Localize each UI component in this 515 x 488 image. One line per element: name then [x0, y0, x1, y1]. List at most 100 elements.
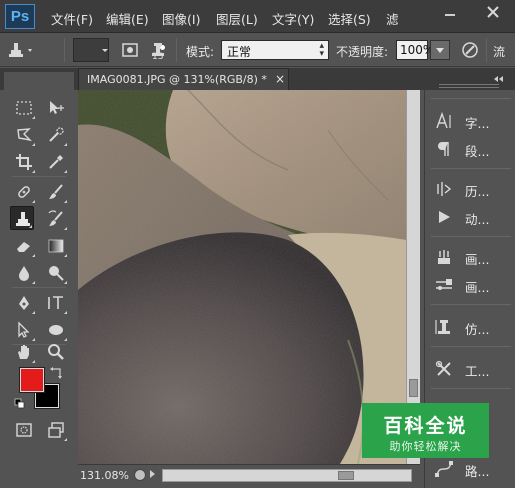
divider [431, 346, 511, 347]
toggle-clone-source-button[interactable] [148, 40, 168, 60]
rectangular-marquee-tool[interactable] [12, 96, 36, 120]
image-canvas[interactable] [78, 90, 406, 464]
menu-layer[interactable]: 图层(L) [216, 9, 258, 28]
history-brush-icon [48, 210, 63, 226]
move-tool[interactable] [44, 96, 68, 120]
panel-history[interactable]: 历... [431, 176, 511, 202]
menu-type[interactable]: 文字(Y) [272, 9, 314, 28]
panel-clone-source[interactable]: 仿... [431, 314, 511, 340]
quick-mask-icon [16, 423, 32, 437]
panel-label: 画... [465, 252, 490, 267]
crop-tool[interactable] [12, 150, 36, 174]
photoshop-logo: Ps [5, 4, 35, 29]
character-icon [436, 111, 451, 129]
toolbox [4, 72, 74, 450]
panel-actions[interactable]: 动... [431, 204, 511, 230]
opacity-input[interactable]: 100% [396, 40, 434, 60]
paragraph-icon [438, 142, 449, 156]
path-selection-tool[interactable] [12, 318, 36, 342]
photo-content [78, 90, 406, 464]
brush-preset-dropdown[interactable] [100, 40, 110, 60]
brush-panel-icon [122, 43, 138, 57]
panel-brush-presets[interactable]: 画... [431, 272, 511, 298]
swap-colors-icon[interactable] [49, 366, 63, 380]
panel-label: 字... [465, 116, 490, 131]
screen-mode-button[interactable] [44, 418, 68, 442]
panel-label: 历... [465, 184, 490, 199]
blur-icon [19, 266, 29, 281]
watermark-title: 百科全说 [383, 415, 468, 437]
clone-source-icon [435, 320, 450, 334]
menu-select[interactable]: 选择(S) [328, 9, 371, 28]
opacity-slider-button[interactable] [430, 40, 450, 60]
history-icon [437, 182, 452, 196]
blend-mode-select[interactable]: 正常 ▴ ▾ [221, 40, 329, 60]
divider [431, 168, 511, 169]
panel-paragraph[interactable]: 段... [431, 136, 511, 162]
actions-icon [439, 211, 450, 223]
horizontal-type-tool[interactable] [44, 291, 68, 315]
horizontal-scrollbar[interactable] [162, 469, 412, 482]
default-colors-icon[interactable] [14, 398, 26, 410]
panel-character[interactable]: 字... [431, 108, 511, 134]
ellipse-icon [49, 325, 63, 335]
dock-grip[interactable] [439, 84, 499, 88]
quick-selection-tool[interactable] [44, 123, 68, 147]
close-window-button[interactable] [474, 2, 512, 22]
brush-icon [49, 184, 63, 199]
eyedropper-tool[interactable] [44, 150, 68, 174]
document-info-icon[interactable] [134, 469, 146, 481]
close-icon [487, 6, 499, 18]
divider [64, 38, 65, 62]
panel-label: 动... [465, 212, 490, 227]
pressure-opacity-button[interactable] [460, 40, 480, 60]
ellipse-tool[interactable] [44, 318, 68, 342]
pen-tool[interactable] [12, 291, 36, 315]
menu-edit[interactable]: 编辑(E) [106, 9, 149, 28]
document-tab[interactable]: IMAG0081.JPG @ 131%(RGB/8) * × [78, 68, 289, 90]
menu-filter[interactable]: 滤 [386, 9, 399, 28]
blur-tool[interactable] [12, 261, 36, 285]
toggle-brush-panel-button[interactable] [120, 40, 140, 60]
divider [12, 287, 66, 288]
spot-healing-brush-tool[interactable] [12, 180, 36, 204]
panel-brush[interactable]: 画... [431, 244, 511, 270]
options-bar: 13 模式: 正常 ▴ ▾ 不透明度: 100% 流 [0, 33, 515, 67]
eraser-icon [17, 242, 30, 252]
panel-paths[interactable]: 路... [431, 456, 511, 482]
horizontal-scroll-thumb[interactable] [338, 471, 354, 480]
brush-panel-icon [438, 250, 450, 264]
tab-close-button[interactable]: × [275, 72, 285, 86]
screen-mode-icon [48, 422, 64, 438]
menu-image[interactable]: 图像(I) [162, 9, 200, 28]
hand-icon [18, 345, 29, 359]
clone-stamp-tool[interactable] [10, 206, 34, 230]
lasso-tool[interactable] [12, 123, 36, 147]
chevron-down-icon [102, 49, 108, 52]
move-icon [50, 101, 64, 114]
eraser-tool[interactable] [12, 234, 36, 258]
panel-tool-presets[interactable]: 工... [431, 356, 511, 382]
gradient-tool[interactable] [44, 234, 68, 258]
status-menu-arrow-icon[interactable] [150, 470, 155, 478]
vertical-scroll-thumb[interactable] [409, 379, 418, 397]
tool-preset-picker[interactable] [6, 40, 36, 60]
dodge-tool[interactable] [44, 261, 68, 285]
quick-mask-button[interactable] [12, 418, 36, 442]
hand-tool[interactable] [12, 340, 36, 364]
brush-tool[interactable] [44, 180, 68, 204]
path-selection-icon [18, 321, 30, 338]
divider [431, 236, 511, 237]
status-bar: 131.08% [78, 464, 420, 486]
minimize-button[interactable] [436, 3, 464, 21]
zoom-level[interactable]: 131.08% [80, 469, 129, 482]
panel-label: 工... [465, 364, 490, 379]
history-brush-tool[interactable] [44, 207, 68, 231]
menu-file[interactable]: 文件(F) [51, 9, 93, 28]
crop-icon [16, 154, 32, 170]
divider [486, 38, 487, 62]
zoom-tool[interactable] [44, 340, 68, 364]
foreground-color-swatch[interactable] [19, 367, 45, 393]
menu-bar: Ps 文件(F) 编辑(E) 图像(I) 图层(L) 文字(Y) 选择(S) 滤 [0, 0, 515, 33]
dock-header [425, 68, 515, 90]
